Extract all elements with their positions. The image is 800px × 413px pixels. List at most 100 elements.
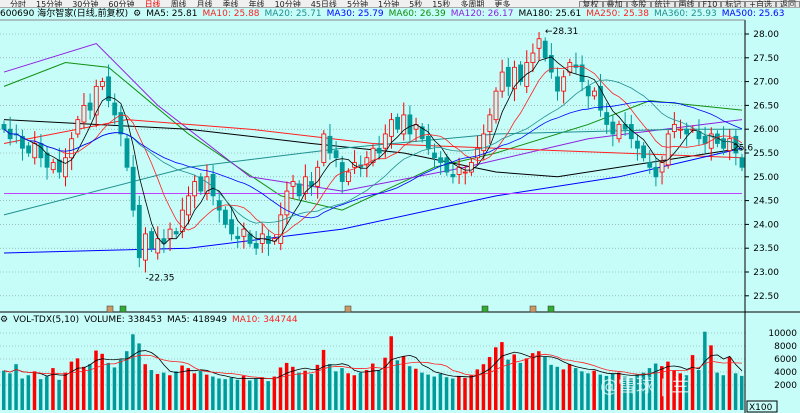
price-axis-label: 22.50	[753, 292, 779, 302]
candle-up	[63, 157, 68, 178]
candle-up	[155, 238, 161, 254]
price-axis-label: 28.00	[753, 30, 779, 40]
volume-bar	[309, 373, 313, 410]
candle-down	[253, 243, 259, 249]
event-marker-icon	[529, 305, 537, 313]
volume-bar	[143, 364, 147, 410]
volume-bar	[272, 376, 277, 410]
candle-up	[493, 90, 499, 121]
volume-bar	[733, 373, 738, 410]
price-axis-label: 23.00	[753, 268, 779, 278]
candle-up	[487, 114, 493, 132]
candle-up	[321, 133, 327, 163]
candle-down	[425, 135, 431, 149]
volume-bar	[463, 377, 467, 410]
volume-bar	[211, 376, 215, 410]
volume-bar	[254, 378, 258, 410]
candle-up	[727, 138, 733, 152]
candle-up	[468, 162, 474, 173]
candle-up	[536, 38, 542, 49]
volume-bar	[81, 366, 86, 410]
candle-up	[241, 228, 247, 237]
candle-down	[216, 200, 222, 211]
volume-bar	[500, 342, 504, 410]
kline-chart[interactable]: 28.00 27.50 27.00 26.50 26.00 25.50 25.00 24.50…	[0, 0, 800, 413]
event-marker-icon	[344, 305, 352, 313]
volume-bar	[334, 371, 338, 410]
volume-bar	[352, 375, 357, 410]
volume-bar	[346, 373, 350, 410]
price-axis-label: 26.00	[753, 125, 779, 135]
candle-down	[721, 138, 726, 149]
price-axis-label: 27.00	[753, 78, 779, 88]
volume-bar	[20, 378, 24, 410]
candle-up	[512, 66, 517, 90]
candle-up	[186, 195, 191, 216]
volume-axis-label: 8000	[774, 342, 797, 352]
candle-down	[235, 235, 241, 240]
candle-down	[376, 147, 382, 154]
candle-up	[75, 119, 81, 135]
candle-down	[641, 145, 646, 159]
volume-bar	[506, 359, 510, 410]
volume-bar	[414, 368, 418, 410]
volume-bar	[204, 374, 209, 410]
volume-bar	[217, 378, 221, 410]
volume-axis-label: 4000	[774, 368, 797, 378]
candle-up	[530, 52, 536, 63]
volume-bar	[321, 349, 326, 410]
candle-down	[604, 112, 610, 125]
candle-down	[653, 166, 659, 178]
price-axis-label: 24.50	[753, 197, 779, 207]
volume-bar	[137, 343, 141, 410]
candle-down	[518, 64, 523, 83]
candle-down	[149, 231, 155, 249]
candle-down	[112, 102, 118, 116]
candle-up	[561, 76, 567, 92]
volume-bar	[161, 372, 166, 410]
candle-down	[555, 76, 560, 92]
volume-bar	[174, 371, 178, 410]
volume-bar	[524, 358, 529, 410]
candle-down	[702, 135, 708, 144]
volume-bar	[88, 364, 92, 410]
low-price-label: -22.35	[145, 273, 174, 283]
candle-down	[444, 157, 450, 173]
volume-bar	[155, 373, 160, 410]
candle-down	[296, 183, 302, 197]
volume-bar	[420, 372, 424, 410]
volume-bar	[260, 377, 264, 410]
volume-bar	[63, 372, 67, 410]
volume-bar	[131, 334, 135, 410]
volume-axis-label: 10000	[768, 329, 797, 339]
price-axis-label: 24.00	[753, 220, 779, 230]
candle-down	[38, 143, 44, 159]
volume-bar	[518, 362, 523, 410]
candle-down	[1, 124, 7, 130]
last-price-label: 25.6	[733, 144, 753, 154]
volume-bar	[32, 371, 37, 410]
candle-up	[278, 214, 284, 244]
candle-down	[739, 157, 745, 168]
volume-bar	[57, 379, 61, 410]
volume-bar	[586, 373, 590, 410]
candle-up	[69, 138, 75, 159]
volume-bar	[297, 372, 301, 410]
candle-up	[50, 162, 56, 171]
candle-down	[684, 128, 690, 135]
volume-bar	[45, 376, 49, 410]
candle-up	[462, 171, 468, 174]
volume-axis-label: 2000	[774, 381, 797, 391]
candle-down	[622, 124, 628, 130]
volume-bar	[377, 370, 381, 410]
volume-bar	[561, 369, 566, 410]
volume-bar	[407, 366, 412, 410]
event-marker-icon	[547, 305, 555, 313]
volume-bar	[696, 370, 701, 410]
volume-bar	[549, 364, 553, 410]
candle-down	[87, 102, 93, 111]
volume-bar	[592, 370, 596, 410]
volume-bar	[69, 361, 74, 410]
candle-down	[130, 166, 136, 211]
candle-down	[585, 85, 591, 97]
